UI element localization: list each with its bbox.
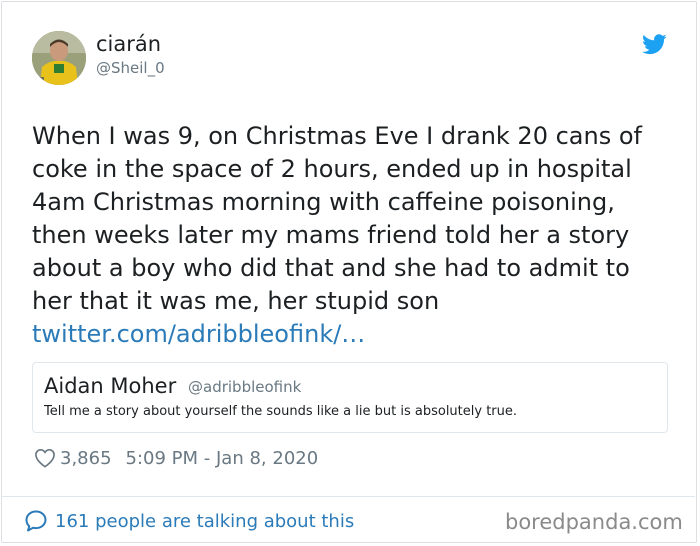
boredpanda-watermark: boredpanda.com [505,510,683,534]
heart-icon[interactable] [34,448,56,468]
divider [1,496,695,497]
avatar[interactable] [32,31,86,85]
conversation-text: 161 people are talking about this [55,510,355,532]
conversation-link[interactable]: 161 people are talking about this [24,508,354,534]
tweet-timestamp[interactable]: 5:09 PM - Jan 8, 2020 [126,448,319,469]
avatar-image [32,31,86,85]
tweet-meta: 3,865 5:09 PM - Jan 8, 2020 [34,446,318,470]
tweet-text-line: then weeks later my mams friend told her… [32,221,630,249]
tweet-text-line: about a boy who did that and she had to … [32,254,630,282]
speech-bubble-icon [25,510,47,532]
quoted-tweet-text: Tell me a story about yourself the sound… [44,404,518,419]
quoted-tweet-handle: @adribbleofink [188,378,302,396]
twitter-bird-icon[interactable] [642,34,667,55]
author-display-name[interactable]: ciarán [96,31,161,57]
tweet-text-line: When I was 9, on Christmas Eve I drank 2… [32,122,642,150]
like-count[interactable]: 3,865 [60,448,112,469]
tweet-text-line: 4am Christmas morning with caffeine pois… [32,188,615,216]
tweet-text-line: coke in the space of 2 hours, ended up i… [32,155,632,183]
tweet-text: When I was 9, on Christmas Eve I drank 2… [32,120,662,351]
author-handle[interactable]: @Sheil_0 [96,58,165,78]
quoted-tweet[interactable]: Aidan Moher @adribbleofink Tell me a sto… [32,362,668,433]
tweet-link[interactable]: twitter.com/adribbleofink/… [32,318,662,351]
quoted-tweet-display-name: Aidan Moher [44,374,177,398]
tweet-text-line: her that it was me, her stupid son [32,287,440,315]
